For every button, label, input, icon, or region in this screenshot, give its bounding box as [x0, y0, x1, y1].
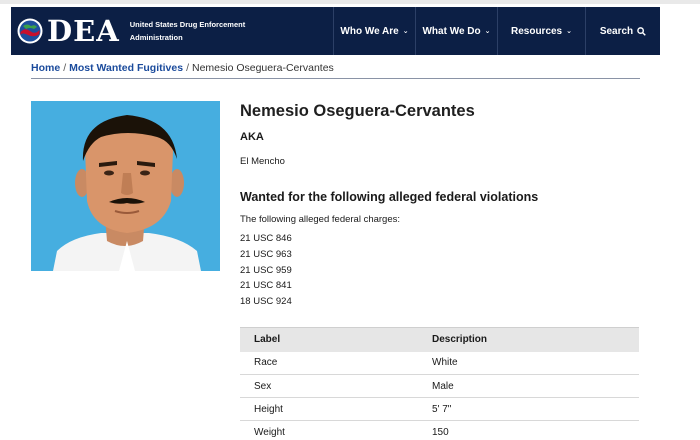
breadcrumb: Home / Most Wanted Fugitives / Nemesio Osegu… — [31, 62, 334, 74]
table-row: Sex Male — [240, 374, 639, 398]
row-label: Sex — [240, 374, 418, 398]
breadcrumb-divider — [31, 78, 640, 79]
charge-item: 21 USC 846 — [240, 233, 292, 244]
row-label: Height — [240, 397, 418, 421]
table-row: Race White — [240, 351, 639, 375]
site-header: DEA United States Drug Enforcement Admin… — [11, 7, 660, 55]
charge-item: 18 USC 924 — [240, 296, 292, 308]
dea-seal-icon — [17, 18, 43, 44]
column-header-description: Description — [418, 327, 639, 352]
nav-search[interactable]: Search — [585, 7, 660, 55]
fugitive-name: Nemesio Oseguera-Cervantes — [240, 102, 475, 120]
row-label: Weight — [240, 420, 418, 440]
table-row: Height 5' 7" — [240, 397, 639, 421]
agency-name: United States Drug Enforcement Administr… — [129, 20, 246, 42]
charges-list: 21 USC 846 21 USC 963 21 USC 959 21 USC … — [240, 231, 292, 310]
charge-item: 21 USC 841 — [240, 280, 292, 292]
main-nav: Who We Are ⌄ What We Do ⌄ Resources ⌄ Se… — [333, 7, 660, 55]
nav-resources[interactable]: Resources ⌄ — [497, 7, 585, 55]
dea-wordmark: DEA — [47, 13, 120, 48]
chevron-down-icon: ⌄ — [566, 28, 572, 35]
browser-edge — [0, 0, 700, 4]
table-row: Weight 150 — [240, 420, 639, 440]
fugitive-details-table: Label Description Race White Sex Male He… — [240, 327, 639, 440]
charges-intro: The following alleged federal charges: — [240, 214, 401, 225]
breadcrumb-home-link[interactable]: Home — [31, 62, 60, 74]
fugitive-photo — [31, 101, 220, 271]
breadcrumb-most-wanted-link[interactable]: Most Wanted Fugitives — [69, 62, 183, 74]
charge-item: 21 USC 963 — [240, 248, 292, 260]
charge-item: 21 USC 959 — [240, 264, 292, 276]
aka-value: El Mencho — [240, 156, 285, 167]
row-value: 150 — [418, 420, 639, 440]
breadcrumb-current: Nemesio Oseguera-Cervantes — [191, 62, 334, 74]
violations-heading: Wanted for the following alleged federal… — [240, 190, 539, 204]
row-value: 5' 7" — [418, 397, 639, 421]
chevron-down-icon: ⌄ — [402, 28, 409, 35]
chevron-down-icon: ⌄ — [484, 28, 491, 35]
row-label: Race — [240, 351, 418, 375]
search-icon — [637, 26, 646, 36]
row-value: White — [418, 351, 639, 375]
fugitive-portrait — [53, 115, 201, 271]
nav-who-we-are[interactable]: Who We Are ⌄ — [333, 7, 415, 55]
table-header-row: Label Description — [240, 327, 639, 352]
row-value: Male — [418, 374, 639, 398]
dea-logo[interactable]: DEA United States Drug Enforcement Admin… — [11, 7, 333, 55]
nav-what-we-do[interactable]: What We Do ⌄ — [415, 7, 497, 55]
aka-label: AKA — [240, 131, 264, 143]
column-header-label: Label — [240, 327, 418, 352]
